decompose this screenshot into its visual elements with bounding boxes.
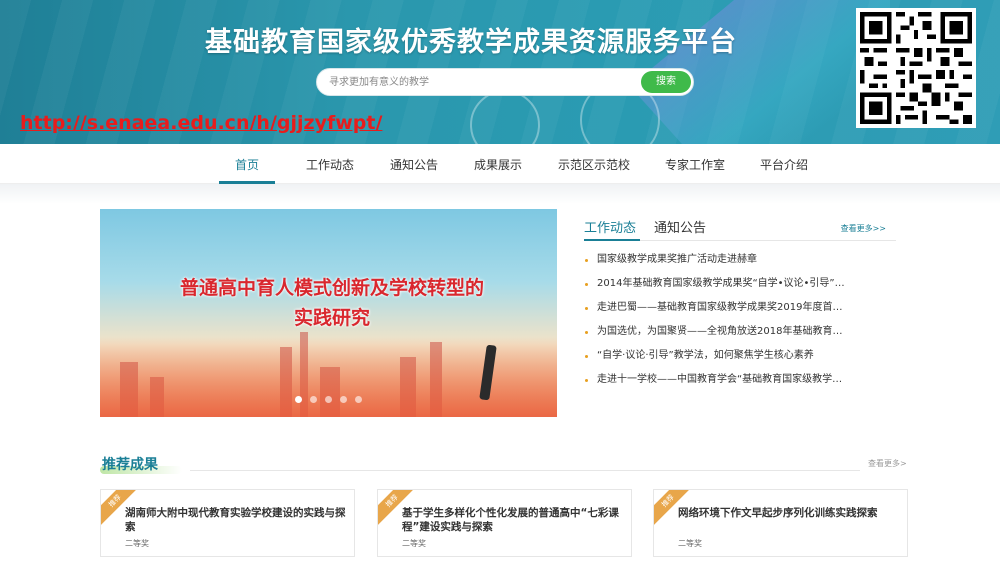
achievement-card[interactable]: 推荐 湖南师大附中现代教育实验学校建设的实践与探索 二等奖 [100, 489, 355, 557]
nav-item-notices[interactable]: 通知公告 [390, 156, 438, 173]
section-divider [190, 470, 860, 471]
section-title: 推荐成果 [102, 457, 158, 473]
card-award: 二等奖 [402, 539, 426, 548]
tab-active-indicator [584, 239, 640, 241]
news-list: 国家级教学成果奖推广活动走进赫章 2014年基础教育国家级教学成果奖“自学•议论… [584, 253, 896, 397]
nav-item-demo-schools[interactable]: 示范区示范校 [558, 156, 630, 173]
card-award: 二等奖 [125, 539, 149, 548]
carousel-dot[interactable] [310, 396, 317, 403]
carousel-dot[interactable] [325, 396, 332, 403]
search-input[interactable] [329, 72, 639, 92]
carousel-dots [295, 396, 362, 403]
news-item[interactable]: 国家级教学成果奖推广活动走进赫章 [584, 253, 884, 277]
carousel-dot[interactable] [295, 396, 302, 403]
nav-item-expert-studio[interactable]: 专家工作室 [665, 156, 725, 173]
qr-code-icon [856, 8, 976, 128]
header-banner: 基础教育国家级优秀教学成果资源服务平台 搜索 http://s.enaea.ed… [0, 0, 1000, 144]
achievement-card[interactable]: 推荐 网络环境下作文早起步序列化训练实践探索 二等奖 [653, 489, 908, 557]
achievement-card[interactable]: 推荐 基于学生多样化个性化发展的普通高中“七彩课程”建设实践与探索 二等奖 [377, 489, 632, 557]
card-title[interactable]: 湖南师大附中现代教育实验学校建设的实践与探索 [125, 506, 347, 534]
card-award: 二等奖 [678, 539, 702, 548]
news-panel: 工作动态 通知公告 查看更多>> 国家级教学成果奖推广活动走进赫章 2014年基… [584, 213, 896, 413]
site-title: 基础教育国家级优秀教学成果资源服务平台 [205, 27, 737, 58]
search-button[interactable]: 搜索 [641, 71, 691, 93]
nav-item-about[interactable]: 平台介绍 [760, 156, 808, 173]
news-item[interactable]: 走进十一学校——中国教育学会“基础教育国家级教学… [584, 373, 884, 397]
url-link[interactable]: http://s.enaea.edu.cn/h/gjjzyfwpt/ [20, 112, 382, 134]
nav-item-achievements[interactable]: 成果展示 [474, 156, 522, 173]
nav-item-home[interactable]: 首页 [235, 156, 259, 173]
news-tabs: 工作动态 通知公告 查看更多>> [584, 213, 896, 241]
hero-headline-line-2: 实践研究 [293, 307, 370, 329]
nav-shadow [0, 184, 1000, 204]
nav-item-work-news[interactable]: 工作动态 [306, 156, 354, 173]
hero-headline-line-1: 普通高中育人模式创新及学校转型的 [179, 277, 484, 299]
recommended-more-link[interactable]: 查看更多> [868, 458, 907, 469]
news-item[interactable]: “自学·议论·引导”教学法，如何聚焦学生核心素养 [584, 349, 884, 373]
card-title[interactable]: 网络环境下作文早起步序列化训练实践探索 [678, 506, 900, 520]
hero-headline: 普通高中育人模式创新及学校转型的 实践研究 [142, 273, 522, 333]
carousel-dot[interactable] [355, 396, 362, 403]
news-item[interactable]: 走进巴蜀——基础教育国家级教学成果奖2019年度首… [584, 301, 884, 325]
news-item[interactable]: 为国选优，为国聚贤——全视角放送2018年基础教育… [584, 325, 884, 349]
carousel-dot[interactable] [340, 396, 347, 403]
news-more-link[interactable]: 查看更多>> [841, 223, 886, 234]
card-title[interactable]: 基于学生多样化个性化发展的普通高中“七彩课程”建设实践与探索 [402, 506, 624, 534]
main-nav: 首页 工作动态 通知公告 成果展示 示范区示范校 专家工作室 平台介绍 [0, 144, 1000, 184]
search-bar: 搜索 [316, 68, 694, 96]
tab-notices[interactable]: 通知公告 [654, 217, 706, 236]
tab-work-news[interactable]: 工作动态 [584, 217, 636, 236]
news-item[interactable]: 2014年基础教育国家级教学成果奖“自学•议论•引导”… [584, 277, 884, 301]
